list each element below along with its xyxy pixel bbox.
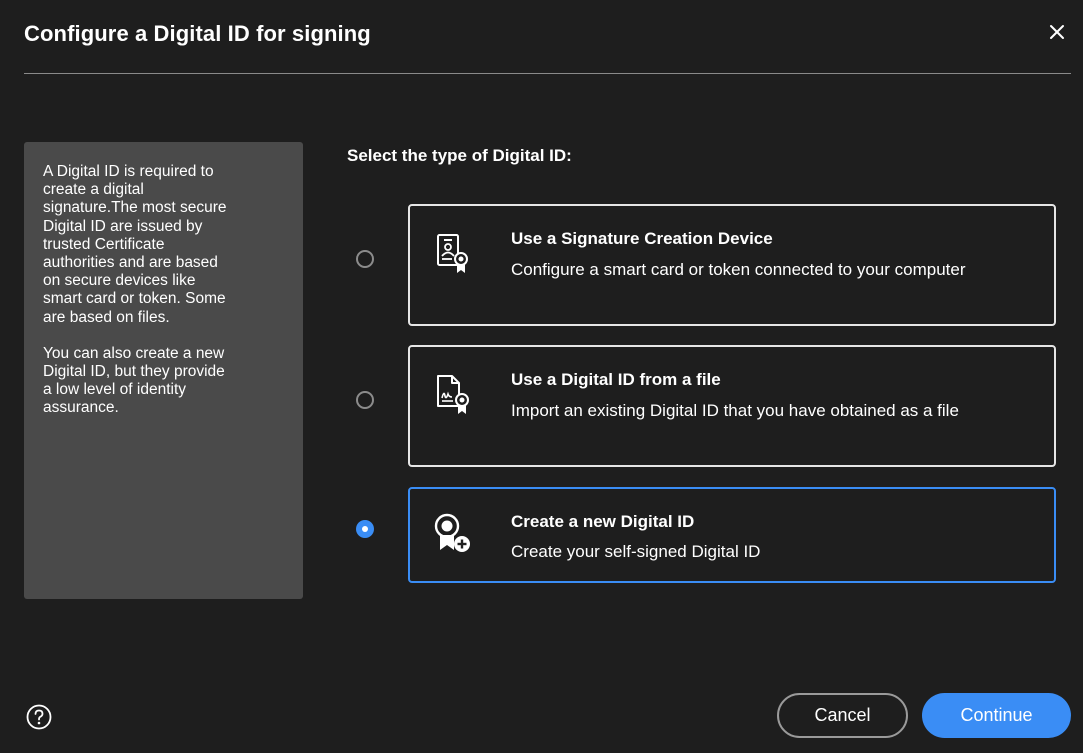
option-signature-device: Use a Signature Creation Device Configur…: [347, 204, 1057, 328]
help-button[interactable]: [25, 703, 53, 731]
card-signature-device[interactable]: Use a Signature Creation Device Configur…: [408, 204, 1056, 326]
select-type-heading: Select the type of Digital ID:: [347, 146, 572, 165]
configure-digital-id-dialog: Configure a Digital ID for signing A Dig…: [0, 0, 1083, 753]
cancel-button[interactable]: Cancel: [777, 693, 908, 738]
card-title-signature-device: Use a Signature Creation Device: [511, 229, 773, 248]
dialog-header: Configure a Digital ID for signing: [24, 0, 1071, 74]
radio-digital-id-file[interactable]: [356, 391, 374, 409]
info-panel: A Digital ID is required to create a dig…: [24, 142, 303, 599]
card-title-new-digital-id: Create a new Digital ID: [511, 512, 695, 531]
info-paragraph-1: A Digital ID is required to create a dig…: [43, 163, 227, 326]
close-button[interactable]: [1043, 18, 1071, 46]
radio-new-digital-id[interactable]: [356, 520, 374, 538]
option-new-digital-id: Create a new Digital ID Create your self…: [347, 487, 1057, 583]
info-paragraph-2: You can also create a new Digital ID, bu…: [43, 344, 225, 417]
card-desc-signature-device: Configure a smart card or token connecte…: [511, 260, 966, 279]
radio-signature-device[interactable]: [356, 250, 374, 268]
card-title-digital-id-file: Use a Digital ID from a file: [511, 370, 721, 389]
dialog-title: Configure a Digital ID for signing: [24, 21, 371, 46]
continue-button[interactable]: Continue: [922, 693, 1071, 738]
new-digital-id-icon: [434, 513, 470, 552]
help-icon: [26, 704, 52, 730]
certificate-file-icon: [437, 375, 469, 414]
card-new-digital-id[interactable]: Create a new Digital ID Create your self…: [408, 487, 1056, 583]
close-icon: [1050, 25, 1064, 39]
card-desc-new-digital-id: Create your self-signed Digital ID: [511, 542, 761, 561]
card-digital-id-file[interactable]: Use a Digital ID from a file Import an e…: [408, 345, 1056, 467]
certificate-device-icon: [437, 234, 468, 273]
card-desc-digital-id-file: Import an existing Digital ID that you h…: [511, 401, 959, 420]
option-digital-id-file: Use a Digital ID from a file Import an e…: [347, 345, 1057, 469]
